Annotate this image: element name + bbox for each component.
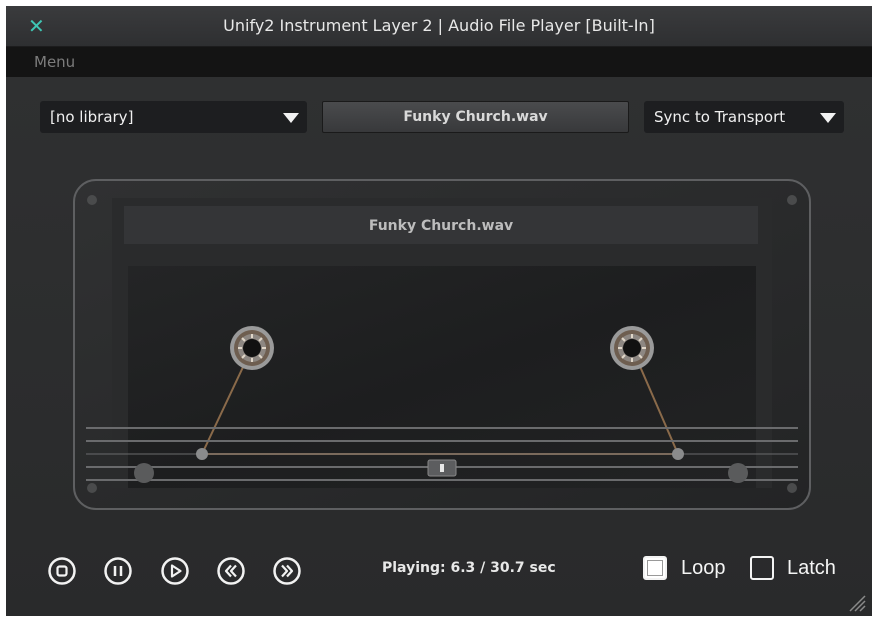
sync-dropdown[interactable]: Sync to Transport	[644, 101, 844, 133]
screw-icon	[787, 195, 797, 205]
sync-dropdown-value: Sync to Transport	[654, 108, 786, 126]
pause-icon[interactable]	[103, 556, 133, 586]
screw-icon	[87, 483, 97, 493]
window-title: Unify2 Instrument Layer 2 | Audio File P…	[223, 16, 655, 35]
loop-checkbox[interactable]	[643, 556, 667, 580]
loop-label: Loop	[681, 557, 726, 579]
file-name-display[interactable]: Funky Church.wav	[322, 101, 629, 133]
fast-forward-icon[interactable]	[272, 556, 302, 586]
screw-icon	[87, 195, 97, 205]
cassette-tape: Funky Church.wav	[73, 179, 811, 510]
chevron-down-icon	[820, 113, 836, 123]
tape-roller	[672, 448, 684, 460]
resize-grip-icon[interactable]	[846, 592, 866, 612]
capstan-left	[134, 463, 154, 483]
left-reel	[230, 326, 274, 370]
capstan-right	[728, 463, 748, 483]
rewind-icon[interactable]	[216, 556, 246, 586]
right-reel	[610, 326, 654, 370]
play-icon[interactable]	[160, 556, 190, 586]
title-bar: ✕ Unify2 Instrument Layer 2 | Audio File…	[6, 6, 872, 47]
tape-roller	[196, 448, 208, 460]
stop-icon[interactable]	[47, 556, 77, 586]
menu-button[interactable]: Menu	[34, 53, 75, 71]
library-dropdown-value: [no library]	[50, 108, 134, 126]
screw-icon	[787, 483, 797, 493]
chevron-down-icon	[283, 113, 299, 123]
playback-status: Playing: 6.3 / 30.7 sec	[382, 560, 556, 576]
library-dropdown[interactable]: [no library]	[40, 101, 307, 133]
latch-checkbox[interactable]	[750, 556, 774, 580]
latch-label: Latch	[787, 557, 836, 579]
tape-label: Funky Church.wav	[369, 218, 513, 234]
menu-bar: Menu	[6, 47, 872, 77]
